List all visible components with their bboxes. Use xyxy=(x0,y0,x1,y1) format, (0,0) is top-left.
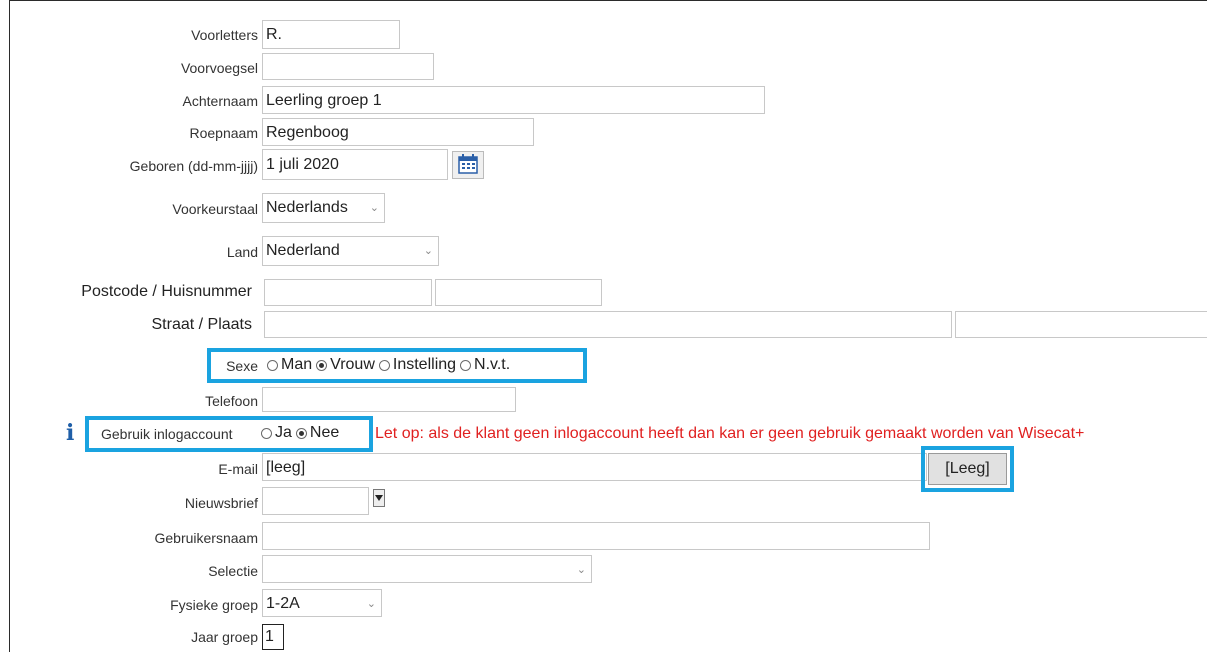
nieuwsbrief-dropdown-button[interactable] xyxy=(373,489,385,507)
radio-man-label: Man xyxy=(281,356,313,373)
postcode-input[interactable] xyxy=(264,279,432,306)
nieuwsbrief-label: Nieuwsbrief xyxy=(184,495,258,511)
voorkeurstaal-select[interactable]: Nederlands ⌄ xyxy=(262,193,385,223)
telefoon-label: Telefoon xyxy=(205,393,258,409)
radio-man[interactable] xyxy=(267,359,278,371)
sexe-radio-group: Man Vrouw Instelling N.v.t. xyxy=(263,356,510,374)
leeg-button[interactable]: [Leeg] xyxy=(928,453,1007,485)
postcode-huisnummer-label: Postcode / Huisnummer xyxy=(81,283,252,300)
jaar-groep-input[interactable]: 1 xyxy=(262,624,284,650)
jaar-groep-label: Jaar groep xyxy=(191,629,258,645)
inlogaccount-warning: Let op: als de klant geen inlogaccount h… xyxy=(375,425,1085,442)
voorletters-label: Voorletters xyxy=(191,27,258,43)
roepnaam-input[interactable]: Regenboog xyxy=(262,118,534,146)
chevron-down-icon: ⌄ xyxy=(366,598,376,610)
selectie-select[interactable]: ⌄ xyxy=(262,555,592,583)
voorkeurstaal-value: Nederlands xyxy=(266,199,348,216)
nieuwsbrief-input[interactable] xyxy=(262,487,369,515)
land-label: Land xyxy=(226,244,258,260)
radio-ja-label: Ja xyxy=(275,424,292,441)
achternaam-label: Achternaam xyxy=(182,93,258,109)
huisnummer-input[interactable] xyxy=(435,279,602,306)
achternaam-input[interactable]: Leerling groep 1 xyxy=(262,86,765,114)
chevron-down-icon: ⌄ xyxy=(576,564,586,576)
calendar-icon xyxy=(452,151,484,179)
radio-vrouw[interactable] xyxy=(316,359,328,371)
sexe-label: Sexe xyxy=(226,358,258,374)
radio-ja[interactable] xyxy=(261,427,272,439)
gebruikersnaam-input[interactable] xyxy=(262,522,930,550)
voorletters-input[interactable]: R. xyxy=(262,20,400,49)
fysieke-groep-value: 1-2A xyxy=(266,595,300,612)
plaats-input[interactable] xyxy=(955,311,1207,338)
geboren-label: Geboren (dd-mm-jjjj) xyxy=(129,158,258,174)
radio-nvt-label: N.v.t. xyxy=(474,356,511,373)
calendar-button[interactable] xyxy=(452,151,484,184)
selectie-label: Selectie xyxy=(208,563,258,579)
voorkeurstaal-label: Voorkeurstaal xyxy=(172,201,258,217)
geboren-input[interactable]: 1 juli 2020 xyxy=(262,149,448,180)
gebruikersnaam-label: Gebruikersnaam xyxy=(154,530,259,546)
telefoon-input[interactable] xyxy=(262,387,516,412)
radio-vrouw-label: Vrouw xyxy=(330,356,375,373)
chevron-down-icon: ⌄ xyxy=(423,245,433,257)
land-value: Nederland xyxy=(266,242,340,259)
straat-input[interactable] xyxy=(264,311,952,338)
fysieke-groep-label: Fysieke groep xyxy=(170,597,258,613)
voorvoegsel-label: Voorvoegsel xyxy=(180,60,258,76)
email-label: E-mail xyxy=(218,461,258,477)
voorvoegsel-input[interactable] xyxy=(262,53,434,80)
fysieke-groep-select[interactable]: 1-2A ⌄ xyxy=(262,589,382,617)
land-select[interactable]: Nederland ⌄ xyxy=(262,236,439,266)
radio-nvt[interactable] xyxy=(460,359,472,371)
inlogaccount-label: Gebruik inlogaccount xyxy=(101,426,233,442)
email-input[interactable]: [leeg] xyxy=(262,453,927,481)
chevron-down-icon: ⌄ xyxy=(369,202,379,214)
straat-plaats-label: Straat / Plaats xyxy=(151,316,253,333)
radio-nee[interactable] xyxy=(295,427,307,439)
info-icon[interactable]: i xyxy=(66,420,74,446)
radio-instelling-label: Instelling xyxy=(392,356,457,373)
roepnaam-label: Roepnaam xyxy=(189,125,259,141)
radio-instelling[interactable] xyxy=(378,359,390,371)
inlogaccount-radio-group: Ja Nee xyxy=(257,424,339,442)
radio-nee-label: Nee xyxy=(309,424,340,441)
